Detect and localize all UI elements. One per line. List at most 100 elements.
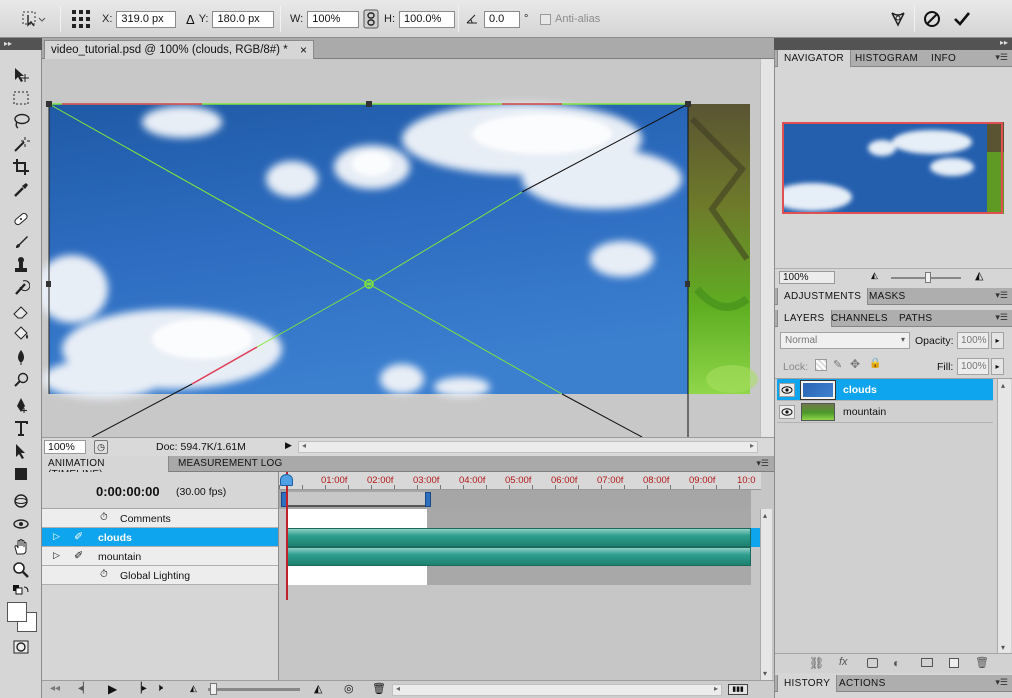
tab-adjustments[interactable]: ADJUSTMENTS bbox=[777, 288, 869, 305]
3d-orbit-tool-icon[interactable] bbox=[9, 513, 33, 535]
cancel-transform-icon[interactable] bbox=[920, 0, 944, 38]
timeline-row-global-lighting[interactable]: ⏱ Global Lighting bbox=[42, 566, 278, 585]
lock-all-icon[interactable]: 🔒 bbox=[869, 358, 881, 369]
comments-track[interactable] bbox=[287, 509, 427, 528]
zoom-tool-icon[interactable] bbox=[9, 559, 33, 581]
tab-layers[interactable]: LAYERS bbox=[777, 310, 832, 327]
reference-point-icon[interactable] bbox=[70, 0, 92, 38]
document-horizontal-scrollbar[interactable]: ◂ ▸ bbox=[298, 441, 758, 453]
panel-menu-icon[interactable]: ▾☰ bbox=[756, 458, 769, 469]
link-layers-icon[interactable]: ⛓ bbox=[809, 656, 824, 670]
marquee-tool-icon[interactable] bbox=[9, 87, 33, 109]
link-icon[interactable] bbox=[363, 0, 379, 38]
global-lighting-track[interactable] bbox=[287, 566, 427, 585]
close-document-icon[interactable]: × bbox=[300, 43, 307, 57]
brush-tool-icon[interactable] bbox=[9, 231, 33, 253]
layer-style-fx-icon[interactable]: fx bbox=[839, 656, 848, 668]
timeline-area[interactable]: 01:00f 02:00f 03:00f 04:00f 05:00f 06:00… bbox=[278, 472, 761, 680]
foreground-color-swatch[interactable] bbox=[7, 602, 27, 622]
tab-info[interactable]: INFO bbox=[925, 50, 962, 67]
convert-to-frames-icon[interactable]: ▮▮▮ bbox=[728, 684, 748, 695]
opacity-arrow-icon[interactable]: ▸ bbox=[991, 332, 1004, 349]
path-selection-tool-icon[interactable] bbox=[9, 440, 33, 462]
document-tab[interactable]: video_tutorial.psd @ 100% (clouds, RGB/8… bbox=[44, 40, 314, 59]
hand-tool-icon[interactable] bbox=[9, 536, 33, 558]
lock-position-icon[interactable]: ✥ bbox=[850, 357, 860, 371]
layer-row-clouds[interactable]: clouds bbox=[777, 379, 993, 401]
new-group-icon[interactable] bbox=[921, 658, 933, 667]
timeline-vertical-scrollbar[interactable]: ▴ ▾ bbox=[760, 509, 772, 680]
document-zoom-field[interactable]: 100% bbox=[44, 440, 86, 454]
delete-keyframe-icon[interactable]: 🗑 bbox=[372, 682, 386, 695]
lasso-tool-icon[interactable] bbox=[9, 110, 33, 132]
panel-menu-icon[interactable]: ▾☰ bbox=[995, 290, 1008, 301]
eraser-tool-icon[interactable] bbox=[9, 300, 33, 322]
eyedropper-tool-icon[interactable] bbox=[9, 179, 33, 201]
add-mask-icon[interactable] bbox=[867, 658, 878, 668]
navigator-zoom-in-icon[interactable]: ◭ bbox=[975, 269, 983, 282]
status-menu-arrow-icon[interactable]: ▶ bbox=[285, 440, 292, 451]
magic-wand-tool-icon[interactable] bbox=[9, 133, 33, 155]
tab-channels[interactable]: CHANNELS bbox=[825, 310, 894, 327]
width-field[interactable] bbox=[307, 10, 360, 28]
x-position-field[interactable] bbox=[116, 10, 177, 28]
navigator-zoom-slider[interactable] bbox=[891, 272, 961, 283]
playhead[interactable] bbox=[286, 472, 288, 600]
canvas-image[interactable] bbox=[42, 59, 774, 437]
work-area-end-handle[interactable] bbox=[425, 492, 431, 507]
commit-transform-icon[interactable] bbox=[950, 0, 974, 38]
document-vertical-scrollbar[interactable] bbox=[760, 59, 774, 437]
clouds-track-bar[interactable] bbox=[287, 528, 751, 547]
history-brush-tool-icon[interactable] bbox=[9, 277, 33, 299]
adjustment-layer-icon[interactable]: ◐ bbox=[893, 656, 900, 670]
tools-collapse-strip[interactable]: ▸▸ bbox=[0, 38, 42, 50]
tab-measurement-log[interactable]: MEASUREMENT LOG bbox=[172, 456, 289, 472]
timeline-zoom-slider[interactable] bbox=[208, 683, 300, 695]
shape-tool-icon[interactable] bbox=[9, 463, 33, 485]
panel-menu-icon[interactable]: ▾☰ bbox=[995, 312, 1008, 323]
layers-vertical-scrollbar[interactable]: ▴ ▾ bbox=[997, 379, 1011, 654]
onion-skin-icon[interactable]: ◎ bbox=[344, 682, 354, 695]
tab-paths[interactable]: PATHS bbox=[893, 310, 938, 327]
healing-brush-tool-icon[interactable] bbox=[9, 208, 33, 230]
warp-mode-icon[interactable] bbox=[886, 0, 910, 38]
y-position-field[interactable] bbox=[212, 10, 275, 28]
fill-arrow-icon[interactable]: ▸ bbox=[991, 358, 1004, 375]
3d-rotate-tool-icon[interactable] bbox=[9, 490, 33, 512]
lock-transparency-icon[interactable] bbox=[815, 359, 827, 371]
fill-field[interactable]: 100% bbox=[957, 358, 989, 375]
new-layer-icon[interactable] bbox=[949, 658, 959, 668]
visibility-eye-icon[interactable] bbox=[779, 383, 795, 397]
tab-navigator[interactable]: NAVIGATOR bbox=[777, 50, 851, 67]
expand-triangle-icon[interactable]: ▷ bbox=[53, 531, 60, 542]
tab-actions[interactable]: ACTIONS bbox=[833, 675, 892, 692]
delete-layer-icon[interactable]: 🗑 bbox=[975, 656, 989, 669]
tab-masks[interactable]: MASKS bbox=[863, 288, 912, 305]
timeline-row-comments[interactable]: ⏱ Comments bbox=[42, 509, 278, 528]
timecode-display[interactable]: 0:00:00:00 bbox=[96, 484, 160, 499]
stopwatch-icon[interactable]: ⏱ bbox=[100, 512, 108, 523]
panel-menu-icon[interactable]: ▾☰ bbox=[995, 677, 1008, 688]
quick-mask-icon[interactable] bbox=[9, 636, 33, 658]
paint-bucket-tool-icon[interactable] bbox=[9, 323, 33, 345]
layer-row-mountain[interactable]: mountain bbox=[777, 401, 993, 423]
clone-stamp-tool-icon[interactable] bbox=[9, 254, 33, 276]
document-status-icon[interactable]: ◷ bbox=[94, 440, 108, 454]
opacity-field[interactable]: 100% bbox=[957, 332, 989, 349]
time-ruler[interactable]: 01:00f 02:00f 03:00f 04:00f 05:00f 06:00… bbox=[279, 472, 761, 490]
navigator-zoom-out-icon[interactable]: ◭ bbox=[871, 270, 878, 281]
zoom-in-timeline-icon[interactable]: ◭ bbox=[314, 682, 322, 695]
play-icon[interactable]: ▶ bbox=[108, 682, 117, 696]
visibility-eye-icon[interactable] bbox=[779, 405, 795, 419]
antialias-checkbox[interactable] bbox=[540, 13, 551, 25]
navigator-zoom-field[interactable]: 100% bbox=[779, 271, 835, 284]
timeline-horizontal-scrollbar[interactable]: ◂ ▸ bbox=[392, 684, 722, 696]
canvas-area[interactable] bbox=[42, 59, 774, 437]
tab-histogram[interactable]: HISTOGRAM bbox=[849, 50, 924, 67]
move-tool-icon[interactable] bbox=[9, 64, 33, 86]
zoom-out-timeline-icon[interactable]: ◭ bbox=[190, 683, 197, 694]
tab-history[interactable]: HISTORY bbox=[777, 675, 838, 692]
expand-triangle-icon[interactable]: ▷ bbox=[53, 550, 60, 561]
panel-menu-icon[interactable]: ▾☰ bbox=[995, 52, 1008, 63]
pen-tool-icon[interactable] bbox=[9, 394, 33, 416]
